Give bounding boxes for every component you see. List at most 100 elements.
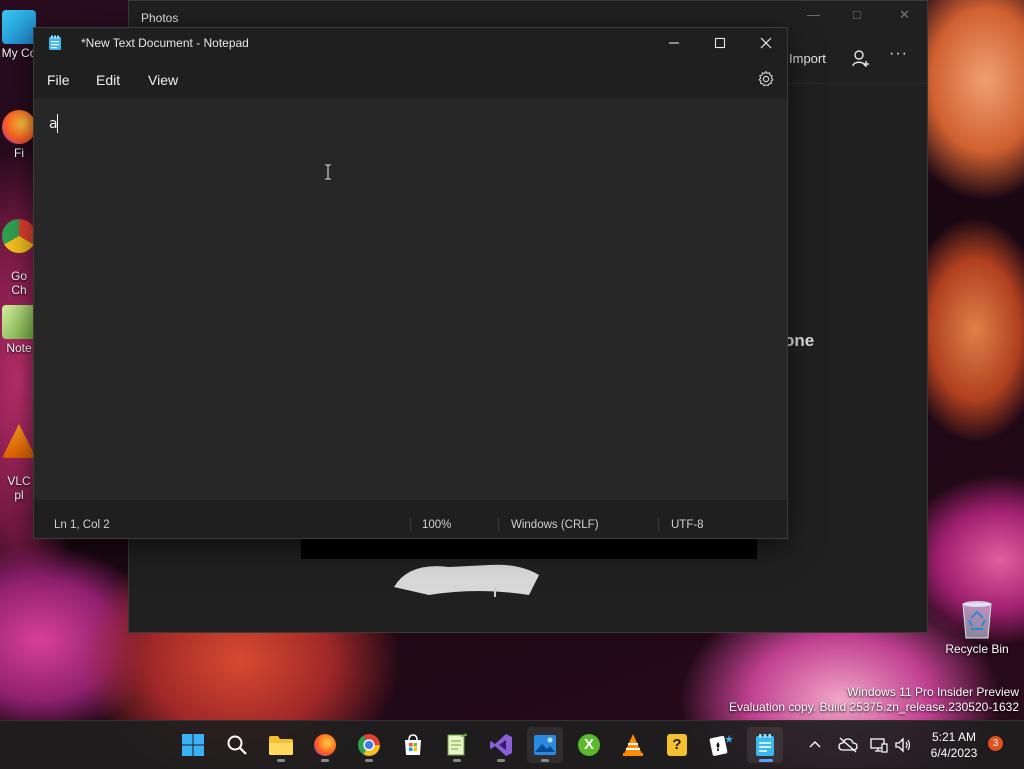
menu-bar: File Edit View: [34, 62, 787, 98]
notepad-icon: [756, 734, 774, 756]
watermark-line-1: Windows 11 Pro Insider Preview: [847, 685, 1019, 699]
status-divider: [658, 518, 659, 532]
clock-time: 5:21 AM: [931, 730, 977, 744]
notepad-app-icon: [49, 35, 61, 50]
maximize-icon: [714, 37, 726, 49]
notepad-window[interactable]: *New Text Document - Notepad File Edit V…: [33, 27, 788, 539]
tips-icon: ?: [667, 734, 687, 756]
import-button[interactable]: Import: [789, 51, 826, 66]
notepad-button[interactable]: [747, 727, 783, 763]
windows-watermark: Windows 11 Pro Insider Preview Evaluatio…: [729, 685, 1019, 715]
chrome-icon: [358, 734, 380, 756]
folder-icon: [269, 736, 293, 755]
firefox-button[interactable]: [307, 727, 343, 763]
search-button[interactable]: [219, 727, 255, 763]
status-cursor-position: Ln 1, Col 2: [54, 519, 110, 531]
windows-logo-icon: [182, 734, 204, 756]
notepadpp-icon: [2, 305, 36, 339]
desktop-icon-label: Go Ch: [10, 269, 27, 297]
ibeam-cursor-icon: [325, 164, 331, 180]
photos-illustration: [394, 564, 539, 597]
running-indicator: [541, 759, 549, 762]
divider: [789, 83, 927, 84]
window-title: *New Text Document - Notepad: [81, 36, 249, 50]
network-icon: [870, 738, 888, 753]
vs-icon: [490, 734, 512, 756]
watermark-line-2: Evaluation copy. Build 25375.zn_release.…: [729, 700, 1019, 714]
vlc-icon: [2, 424, 36, 458]
status-divider: [498, 518, 499, 532]
chevron-up-icon: [809, 741, 821, 748]
text-editor-area[interactable]: a: [34, 98, 787, 500]
show-hidden-icons-button[interactable]: [804, 721, 826, 769]
running-indicator: [277, 759, 285, 762]
title-bar[interactable]: *New Text Document - Notepad: [34, 28, 787, 58]
vlc-icon: [623, 734, 643, 756]
volume-control[interactable]: [892, 721, 914, 769]
desktop-icon-label: My Co: [1, 46, 37, 60]
recycle-bin-icon: [962, 601, 992, 639]
cloud-off-icon: [838, 737, 858, 753]
photos-dark-strip: [301, 539, 757, 559]
photos-icon: [534, 735, 556, 755]
taskbar: X ? 5:21 AM 6/4/2023: [0, 720, 1024, 769]
status-encoding: UTF-8: [671, 519, 704, 531]
photos-button[interactable]: [527, 727, 563, 763]
xbox-icon: X: [578, 734, 600, 756]
menu-file[interactable]: File: [47, 72, 70, 88]
running-indicator: [759, 759, 773, 762]
solitaire-icon: [709, 735, 733, 756]
close-button[interactable]: [743, 32, 789, 54]
minimize-icon: [669, 42, 679, 44]
network-status[interactable]: [868, 721, 890, 769]
minimize-button[interactable]: —: [807, 7, 820, 22]
settings-gear-icon[interactable]: [757, 70, 775, 88]
solitaire-button[interactable]: [703, 727, 739, 763]
status-bar: Ln 1, Col 2 100% Windows (CRLF) UTF-8: [34, 512, 787, 540]
maximize-button[interactable]: □: [853, 7, 861, 22]
clock-date: 6/4/2023: [930, 746, 978, 760]
desktop-icon-label: Note: [6, 341, 32, 355]
running-indicator: [453, 759, 461, 762]
running-indicator: [497, 759, 505, 762]
onedrive-status[interactable]: [836, 721, 860, 769]
notepad-plus-plus-button[interactable]: [439, 727, 475, 763]
file-explorer-button[interactable]: [263, 727, 299, 763]
close-button[interactable]: ✕: [899, 7, 910, 23]
store-icon: [405, 734, 421, 755]
notepadpp-icon: [447, 733, 467, 756]
close-icon: [760, 37, 772, 49]
photos-window-title: Photos: [141, 11, 179, 25]
menu-view[interactable]: View: [148, 72, 178, 88]
recycle-bin-label: Recycle Bin: [945, 642, 1009, 656]
tips-button[interactable]: ?: [659, 727, 695, 763]
notification-badge[interactable]: 3: [988, 736, 1003, 751]
speaker-icon: [895, 737, 911, 753]
clock[interactable]: 5:21 AM 6/4/2023: [922, 729, 986, 761]
chrome-button[interactable]: [351, 727, 387, 763]
text-caret: [57, 114, 58, 133]
status-line-endings: Windows (CRLF): [511, 519, 599, 531]
desktop-icon-label: VLC pl: [7, 474, 31, 502]
firefox-icon: [2, 110, 36, 144]
running-indicator: [365, 759, 373, 762]
minimize-button[interactable]: [651, 32, 697, 54]
start-button[interactable]: [175, 727, 211, 763]
desktop-icon-recycle-bin[interactable]: Recycle Bin: [940, 596, 1014, 656]
desktop-icon-label: Fi: [14, 146, 24, 160]
vlc-button[interactable]: [615, 727, 651, 763]
firefox-icon: [314, 734, 336, 756]
running-indicator: [321, 759, 329, 762]
menu-edit[interactable]: Edit: [96, 72, 120, 88]
maximize-button[interactable]: [697, 32, 743, 54]
monitor-icon: [2, 10, 36, 44]
add-person-icon[interactable]: [851, 49, 871, 69]
status-zoom: 100%: [422, 519, 452, 531]
search-icon: [227, 735, 247, 755]
chrome-icon: [2, 219, 36, 253]
xbox-button[interactable]: X: [571, 727, 607, 763]
microsoft-store-button[interactable]: [395, 727, 431, 763]
visual-studio-button[interactable]: [483, 727, 519, 763]
more-options-icon[interactable]: ···: [889, 45, 908, 63]
photos-heading-partial: one: [784, 331, 815, 350]
